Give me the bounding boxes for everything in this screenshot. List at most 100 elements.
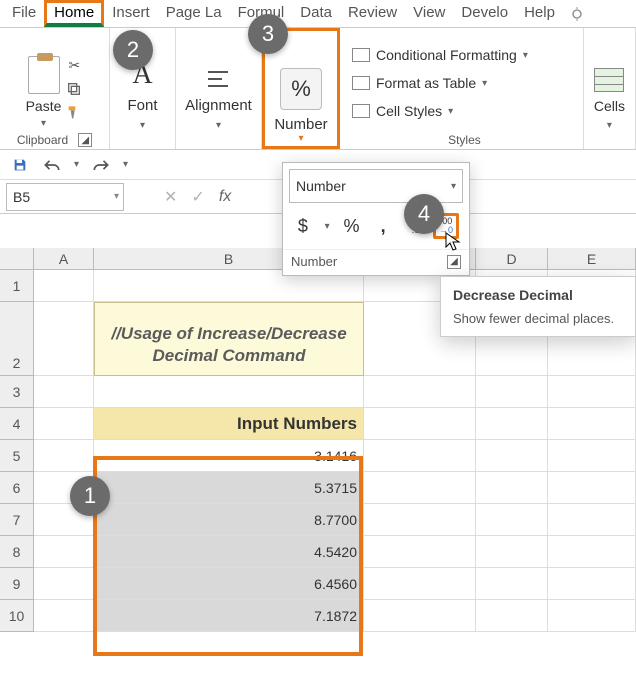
menu-help[interactable]: Help bbox=[516, 0, 563, 27]
cell[interactable] bbox=[364, 376, 476, 408]
number-dialog-launcher[interactable]: ◢ bbox=[447, 255, 461, 269]
name-box-value: B5 bbox=[13, 189, 30, 205]
row-header[interactable]: 6 bbox=[0, 472, 34, 504]
cell[interactable] bbox=[476, 600, 548, 632]
percent-style-button[interactable]: % bbox=[280, 68, 322, 110]
cell[interactable] bbox=[476, 472, 548, 504]
chevron-down-icon[interactable]: ▾ bbox=[298, 133, 303, 144]
row-header[interactable]: 2 bbox=[0, 302, 34, 376]
undo-icon[interactable] bbox=[42, 155, 62, 175]
cell[interactable] bbox=[548, 440, 636, 472]
column-header-e[interactable]: E bbox=[548, 248, 636, 269]
format-as-table-icon bbox=[352, 76, 370, 90]
cell[interactable] bbox=[94, 376, 364, 408]
menu-bar: File Home Insert Page La Formul Data Rev… bbox=[0, 0, 636, 28]
cell[interactable] bbox=[364, 600, 476, 632]
save-icon[interactable] bbox=[10, 155, 30, 175]
data-cell[interactable]: 6.4560 bbox=[94, 568, 364, 600]
cell[interactable] bbox=[34, 440, 94, 472]
cell[interactable] bbox=[476, 536, 548, 568]
cell[interactable] bbox=[548, 568, 636, 600]
percent-format-button[interactable]: % bbox=[342, 216, 362, 237]
clipboard-dialog-launcher[interactable]: ◢ bbox=[78, 133, 92, 147]
column-header-a[interactable]: A bbox=[34, 248, 94, 269]
cell[interactable] bbox=[548, 408, 636, 440]
cell[interactable] bbox=[34, 408, 94, 440]
cell[interactable] bbox=[34, 600, 94, 632]
data-cell[interactable]: 5.3715 bbox=[94, 472, 364, 504]
name-box[interactable]: B5 bbox=[6, 183, 124, 211]
chevron-down-icon: ▾ bbox=[41, 118, 46, 129]
menu-page-layout[interactable]: Page La bbox=[158, 0, 230, 27]
cell[interactable] bbox=[34, 536, 94, 568]
cell[interactable] bbox=[34, 376, 94, 408]
cell-styles-button[interactable]: Cell Styles ▾ bbox=[352, 97, 453, 125]
cell[interactable] bbox=[476, 568, 548, 600]
row-header[interactable]: 10 bbox=[0, 600, 34, 632]
cell[interactable] bbox=[364, 440, 476, 472]
cell[interactable] bbox=[34, 270, 94, 302]
cells-button[interactable]: Cells ▾ bbox=[594, 68, 625, 131]
select-all-corner[interactable] bbox=[0, 248, 34, 269]
data-cell[interactable]: 3.1416 bbox=[94, 440, 364, 472]
row-header[interactable]: 8 bbox=[0, 536, 34, 568]
format-painter-icon[interactable] bbox=[65, 104, 83, 122]
cell[interactable] bbox=[364, 536, 476, 568]
cell[interactable] bbox=[476, 504, 548, 536]
paste-button[interactable]: Paste ▾ bbox=[26, 56, 62, 129]
conditional-formatting-label: Conditional Formatting bbox=[376, 47, 517, 63]
cell[interactable] bbox=[34, 302, 94, 376]
cell[interactable] bbox=[476, 376, 548, 408]
data-cell[interactable]: 8.7700 bbox=[94, 504, 364, 536]
tell-me-icon[interactable] bbox=[563, 0, 591, 27]
row-header[interactable]: 7 bbox=[0, 504, 34, 536]
column-header-d[interactable]: D bbox=[476, 248, 548, 269]
chevron-down-icon[interactable]: ▾ bbox=[123, 159, 128, 170]
menu-insert[interactable]: Insert bbox=[104, 0, 158, 27]
cell[interactable] bbox=[364, 504, 476, 536]
cell[interactable] bbox=[548, 376, 636, 408]
cell[interactable] bbox=[548, 536, 636, 568]
cell[interactable] bbox=[364, 408, 476, 440]
data-cell[interactable]: 7.1872 bbox=[94, 600, 364, 632]
row-header[interactable]: 1 bbox=[0, 270, 34, 302]
redo-icon[interactable] bbox=[91, 155, 111, 175]
fx-icon[interactable]: fx bbox=[219, 188, 231, 206]
menu-review[interactable]: Review bbox=[340, 0, 405, 27]
cell[interactable] bbox=[476, 408, 548, 440]
row-header[interactable]: 4 bbox=[0, 408, 34, 440]
input-header-cell[interactable]: Input Numbers bbox=[94, 408, 364, 440]
menu-file[interactable]: File bbox=[4, 0, 44, 27]
menu-data[interactable]: Data bbox=[292, 0, 340, 27]
format-as-table-button[interactable]: Format as Table ▾ bbox=[352, 69, 487, 97]
cut-icon[interactable]: ✂ bbox=[65, 56, 83, 74]
chevron-down-icon[interactable]: ▾ bbox=[325, 221, 330, 232]
accounting-format-button[interactable]: $ bbox=[293, 216, 313, 237]
cell[interactable] bbox=[548, 504, 636, 536]
cell[interactable] bbox=[476, 440, 548, 472]
cells-group: Cells ▾ bbox=[584, 28, 636, 149]
row-header[interactable]: 9 bbox=[0, 568, 34, 600]
cell[interactable] bbox=[364, 568, 476, 600]
step-badge: 1 bbox=[70, 476, 110, 516]
note-cell[interactable]: //Usage of Increase/Decrease Decimal Com… bbox=[94, 302, 364, 376]
chevron-down-icon: ▾ bbox=[216, 120, 221, 131]
conditional-formatting-button[interactable]: Conditional Formatting ▾ bbox=[352, 41, 528, 69]
menu-home[interactable]: Home bbox=[44, 0, 104, 27]
cancel-formula-icon[interactable]: ✕ bbox=[164, 187, 177, 207]
alignment-button[interactable]: Alignment ▾ bbox=[185, 67, 252, 131]
cell[interactable] bbox=[548, 472, 636, 504]
enter-formula-icon[interactable]: ✓ bbox=[191, 187, 204, 207]
menu-developer[interactable]: Develo bbox=[453, 0, 516, 27]
cell[interactable] bbox=[548, 600, 636, 632]
data-cell[interactable]: 4.5420 bbox=[94, 536, 364, 568]
row-header[interactable]: 5 bbox=[0, 440, 34, 472]
row-header[interactable]: 3 bbox=[0, 376, 34, 408]
menu-view[interactable]: View bbox=[405, 0, 453, 27]
tooltip-title: Decrease Decimal bbox=[453, 287, 623, 303]
cell[interactable] bbox=[364, 472, 476, 504]
cell[interactable] bbox=[34, 568, 94, 600]
comma-style-button[interactable]: , bbox=[373, 216, 393, 237]
copy-icon[interactable] bbox=[65, 80, 83, 98]
chevron-down-icon[interactable]: ▾ bbox=[74, 159, 79, 170]
